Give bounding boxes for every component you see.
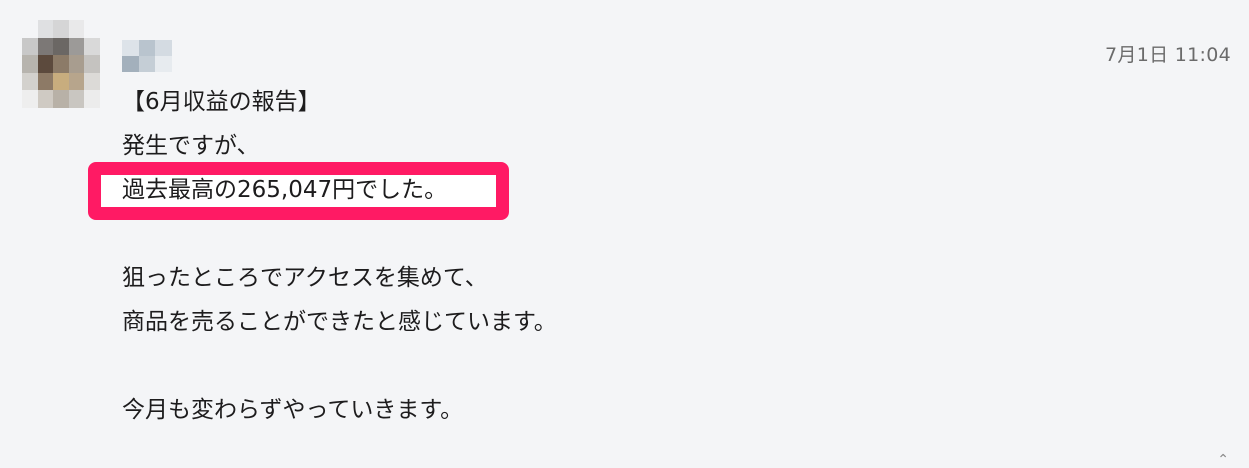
message-line: 今月も変わらずやっていきます。	[122, 397, 464, 423]
highlighted-line: 過去最高の265,047円でした。	[88, 162, 557, 220]
message-line: 商品を売ることができたと感じています。	[122, 309, 557, 335]
chat-message: 7月1日 11:04 【6月収益の報告】 発生ですが、 過去最高の265,047…	[0, 0, 1249, 468]
message-timestamp[interactable]: 7月1日 11:04	[1105, 40, 1231, 67]
highlight-annotation: 過去最高の265,047円でした。	[88, 162, 509, 220]
sender-name-blurred[interactable]	[122, 40, 172, 72]
message-body: 【6月収益の報告】 発生ですが、 過去最高の265,047円でした。 狙ったとこ…	[88, 80, 557, 432]
message-line: 狙ったところでアクセスを集めて、	[122, 265, 488, 291]
avatar[interactable]	[22, 20, 100, 108]
caret-up-icon: ⌃	[1217, 452, 1229, 468]
revenue-text: 過去最高の265,047円でした。	[122, 177, 448, 203]
message-line: 【6月収益の報告】	[122, 89, 321, 115]
